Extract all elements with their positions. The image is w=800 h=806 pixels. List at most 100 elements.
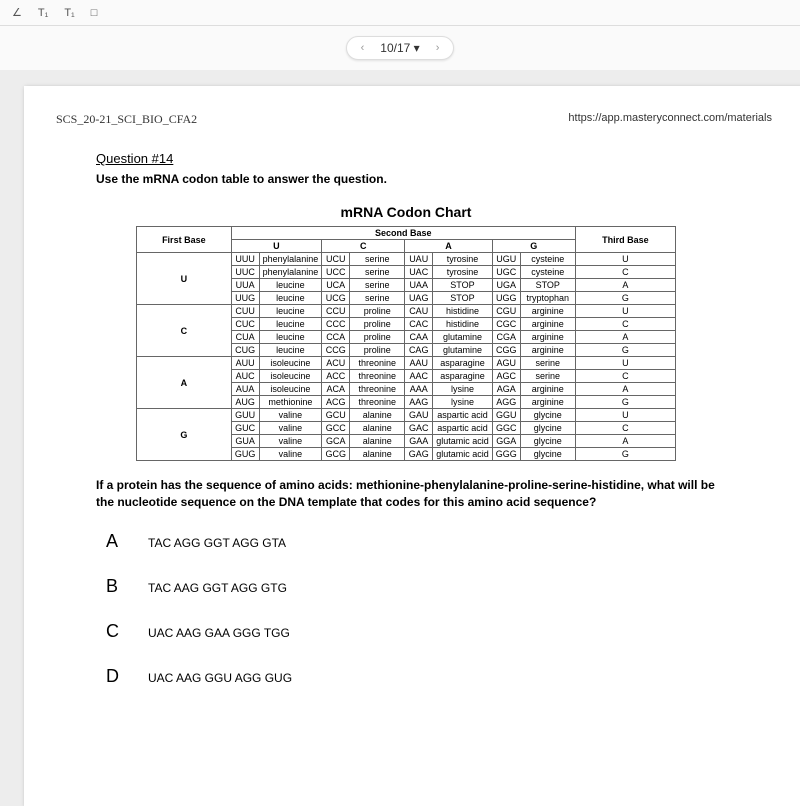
pager-next-button[interactable]: › bbox=[434, 42, 442, 54]
amino-cell: glutamic acid bbox=[433, 435, 493, 448]
codon-cell: GUG bbox=[231, 448, 259, 461]
amino-cell: alanine bbox=[350, 435, 405, 448]
answer-option[interactable]: D UAC AAG GGU AGG GUG bbox=[106, 666, 716, 687]
third-base-cell: U bbox=[575, 357, 675, 370]
codon-cell: UGC bbox=[492, 266, 520, 279]
amino-cell: arginine bbox=[520, 305, 575, 318]
answer-text: UAC AAG GAA GGG TGG bbox=[148, 626, 290, 640]
col-third-base: Third Base bbox=[575, 227, 675, 253]
codon-cell: ACA bbox=[322, 383, 350, 396]
question-block: Question #14 Use the mRNA codon table to… bbox=[96, 151, 716, 687]
amino-cell: methionine bbox=[259, 396, 322, 409]
codon-cell: GGG bbox=[492, 448, 520, 461]
amino-cell: serine bbox=[350, 266, 405, 279]
third-base-cell: U bbox=[575, 305, 675, 318]
answer-option[interactable]: ATAC AGG GGT AGG GTA bbox=[106, 531, 716, 552]
toolbar: ∠ T₁ T₁ □ bbox=[0, 0, 800, 26]
amino-cell: glutamic acid bbox=[433, 448, 493, 461]
amino-cell: leucine bbox=[259, 318, 322, 331]
amino-cell: serine bbox=[350, 292, 405, 305]
toolbar-angle-icon[interactable]: ∠ bbox=[10, 4, 24, 21]
amino-cell: asparagine bbox=[433, 357, 493, 370]
codon-cell: AAG bbox=[405, 396, 433, 409]
amino-cell: aspartic acid bbox=[433, 409, 493, 422]
amino-cell: aspartic acid bbox=[433, 422, 493, 435]
codon-cell: CAA bbox=[405, 331, 433, 344]
amino-cell: glycine bbox=[520, 435, 575, 448]
answer-option[interactable]: CUAC AAG GAA GGG TGG bbox=[106, 621, 716, 642]
amino-cell: valine bbox=[259, 409, 322, 422]
codon-cell: CCA bbox=[322, 331, 350, 344]
amino-cell: STOP bbox=[433, 279, 493, 292]
third-base-cell: G bbox=[575, 344, 675, 357]
answer-text: UAC AAG GGU AGG GUG bbox=[148, 671, 292, 685]
codon-cell: CUG bbox=[231, 344, 259, 357]
amino-cell: tyrosine bbox=[433, 266, 493, 279]
col-a: A bbox=[405, 240, 493, 253]
codon-cell: AUA bbox=[231, 383, 259, 396]
codon-cell: CCG bbox=[322, 344, 350, 357]
amino-cell: asparagine bbox=[433, 370, 493, 383]
amino-cell: serine bbox=[350, 253, 405, 266]
doc-url: https://app.masteryconnect.com/materials bbox=[568, 112, 772, 127]
answer-letter: D bbox=[106, 666, 126, 687]
codon-cell: UUC bbox=[231, 266, 259, 279]
pager: ‹ 10/17 ▾ › bbox=[0, 26, 800, 70]
first-base-cell: A bbox=[137, 357, 232, 409]
codon-cell: AUG bbox=[231, 396, 259, 409]
col-u: U bbox=[231, 240, 322, 253]
codon-cell: CCU bbox=[322, 305, 350, 318]
codon-cell: ACG bbox=[322, 396, 350, 409]
codon-cell: AGA bbox=[492, 383, 520, 396]
pager-label[interactable]: 10/17 ▾ bbox=[380, 41, 419, 55]
amino-cell: valine bbox=[259, 435, 322, 448]
amino-cell: lysine bbox=[433, 383, 493, 396]
codon-cell: UCA bbox=[322, 279, 350, 292]
amino-cell: tyrosine bbox=[433, 253, 493, 266]
amino-cell: isoleucine bbox=[259, 370, 322, 383]
third-base-cell: C bbox=[575, 266, 675, 279]
chart-title: mRNA Codon Chart bbox=[96, 204, 716, 220]
third-base-cell: G bbox=[575, 396, 675, 409]
codon-cell: UAA bbox=[405, 279, 433, 292]
codon-cell: GAA bbox=[405, 435, 433, 448]
third-base-cell: U bbox=[575, 253, 675, 266]
codon-cell: GAU bbox=[405, 409, 433, 422]
answer-option[interactable]: B TAC AAG GGT AGG GTG bbox=[106, 576, 716, 597]
amino-cell: threonine bbox=[350, 357, 405, 370]
codon-cell: UUG bbox=[231, 292, 259, 305]
codon-cell: UGG bbox=[492, 292, 520, 305]
codon-cell: CGG bbox=[492, 344, 520, 357]
amino-cell: alanine bbox=[350, 448, 405, 461]
toolbar-rect-icon[interactable]: □ bbox=[89, 5, 100, 21]
codon-cell: CUU bbox=[231, 305, 259, 318]
codon-cell: UAC bbox=[405, 266, 433, 279]
amino-cell: isoleucine bbox=[259, 383, 322, 396]
codon-cell: UAU bbox=[405, 253, 433, 266]
codon-cell: AAC bbox=[405, 370, 433, 383]
third-base-cell: A bbox=[575, 279, 675, 292]
answer-letter: B bbox=[106, 576, 126, 597]
amino-cell: proline bbox=[350, 344, 405, 357]
codon-cell: UGU bbox=[492, 253, 520, 266]
amino-cell: proline bbox=[350, 305, 405, 318]
question-instruction: Use the mRNA codon table to answer the q… bbox=[96, 172, 716, 186]
toolbar-text2-icon[interactable]: T₁ bbox=[62, 5, 76, 21]
amino-cell: isoleucine bbox=[259, 357, 322, 370]
amino-cell: threonine bbox=[350, 383, 405, 396]
amino-cell: alanine bbox=[350, 409, 405, 422]
col-second-base: Second Base bbox=[231, 227, 575, 240]
amino-cell: cysteine bbox=[520, 266, 575, 279]
codon-cell: GCG bbox=[322, 448, 350, 461]
amino-cell: glycine bbox=[520, 422, 575, 435]
codon-cell: GCU bbox=[322, 409, 350, 422]
codon-cell: UGA bbox=[492, 279, 520, 292]
pager-prev-button[interactable]: ‹ bbox=[359, 42, 367, 54]
amino-cell: valine bbox=[259, 422, 322, 435]
amino-cell: proline bbox=[350, 318, 405, 331]
first-base-cell: U bbox=[137, 253, 232, 305]
toolbar-text1-icon[interactable]: T₁ bbox=[36, 5, 50, 21]
codon-cell: CUC bbox=[231, 318, 259, 331]
answer-text: TAC AGG GGT AGG GTA bbox=[148, 536, 286, 550]
answer-text: TAC AAG GGT AGG GTG bbox=[148, 581, 287, 595]
